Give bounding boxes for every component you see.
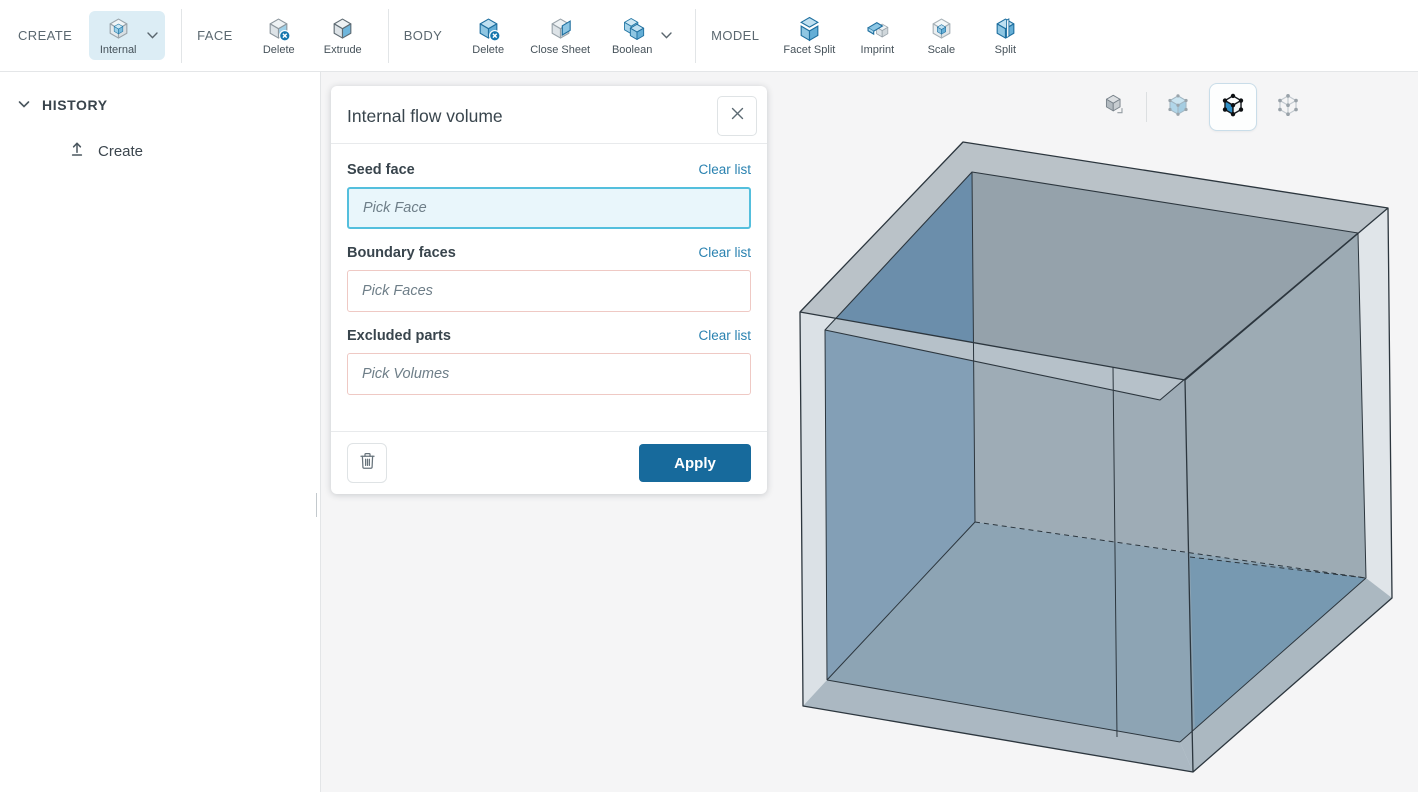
dialog-header: Internal flow volume bbox=[331, 86, 767, 144]
toolbar-separator bbox=[388, 9, 389, 63]
transparent-view-icon bbox=[1165, 92, 1191, 123]
history-item-label: Create bbox=[98, 143, 143, 160]
view-mode-solid-view[interactable] bbox=[1092, 84, 1138, 130]
split-icon bbox=[992, 15, 1019, 42]
tool-facet-split[interactable]: Facet Split bbox=[776, 11, 842, 60]
chevron-down-icon bbox=[18, 96, 30, 114]
pick-input-excluded-parts[interactable]: Pick Volumes bbox=[347, 353, 751, 395]
tool-label: Split bbox=[995, 44, 1016, 56]
solid-with-vertices-view-icon bbox=[1220, 92, 1246, 123]
top-toolbar: CREATE Internal FACE Delete Extrude BODY D… bbox=[0, 0, 1418, 72]
scale-icon bbox=[928, 15, 955, 42]
internal-flow-volume-dialog: Internal flow volume Seed face Clear list… bbox=[331, 86, 767, 494]
tool-delete[interactable]: Delete bbox=[459, 11, 517, 60]
pick-input-seed-face[interactable]: Pick Face bbox=[347, 187, 751, 229]
input-placeholder: Pick Faces bbox=[362, 283, 433, 299]
clear-list-link[interactable]: Clear list bbox=[698, 328, 751, 343]
input-placeholder: Pick Face bbox=[363, 200, 427, 216]
dialog-footer: Apply bbox=[331, 431, 767, 494]
history-sidebar: HISTORY Create bbox=[0, 72, 321, 792]
close-sheet-icon bbox=[547, 15, 574, 42]
clear-list-link[interactable]: Clear list bbox=[698, 162, 751, 177]
tool-delete[interactable]: Delete bbox=[250, 11, 308, 60]
close-button[interactable] bbox=[717, 96, 757, 136]
viewbar-divider bbox=[1146, 92, 1147, 122]
section-label: Excluded parts bbox=[347, 328, 451, 344]
boolean-icon bbox=[619, 15, 646, 42]
history-item-create[interactable]: Create bbox=[68, 140, 320, 163]
extrude-icon bbox=[329, 15, 356, 42]
tool-split[interactable]: Split bbox=[976, 11, 1034, 60]
view-mode-solid-with-vertices-view[interactable] bbox=[1209, 83, 1257, 131]
tool-scale[interactable]: Scale bbox=[912, 11, 970, 60]
view-mode-bar bbox=[1092, 83, 1311, 131]
pick-input-boundary-faces[interactable]: Pick Faces bbox=[347, 270, 751, 312]
tool-label: Extrude bbox=[324, 44, 362, 56]
tool-label: Delete bbox=[472, 44, 504, 56]
internal-volume-icon bbox=[105, 15, 132, 42]
tool-label: Scale bbox=[928, 44, 956, 56]
tool-label: Imprint bbox=[861, 44, 895, 56]
delete-operation-button[interactable] bbox=[347, 443, 387, 483]
tool-label: Facet Split bbox=[783, 44, 835, 56]
input-placeholder: Pick Volumes bbox=[362, 366, 449, 382]
toolbar-group-label: MODEL bbox=[711, 28, 759, 43]
toolbar-group-face: FACE Delete Extrude bbox=[195, 0, 375, 71]
section-label: Seed face bbox=[347, 162, 415, 178]
facet-split-icon bbox=[796, 15, 823, 42]
toolbar-group-body: BODY Delete Close Sheet Boolean bbox=[402, 0, 682, 71]
tool-imprint[interactable]: Imprint bbox=[848, 11, 906, 60]
tool-label: Close Sheet bbox=[530, 44, 590, 56]
toolbar-group-label: CREATE bbox=[18, 28, 72, 43]
tool-close-sheet[interactable]: Close Sheet bbox=[523, 11, 597, 60]
tool-internal[interactable]: Internal bbox=[89, 11, 165, 60]
history-header[interactable]: HISTORY bbox=[0, 72, 320, 114]
apply-button[interactable]: Apply bbox=[639, 444, 751, 482]
create-upload-icon bbox=[68, 140, 86, 163]
imprint-icon bbox=[864, 15, 891, 42]
view-mode-wireframe-view[interactable] bbox=[1265, 84, 1311, 130]
tool-boolean[interactable]: Boolean bbox=[603, 11, 679, 60]
toolbar-separator bbox=[181, 9, 182, 63]
toolbar-group-label: BODY bbox=[404, 28, 442, 43]
toolbar-group-model: MODEL Facet Split Imprint Scale Split bbox=[709, 0, 1037, 71]
tool-label: Internal bbox=[100, 44, 137, 56]
tool-extrude[interactable]: Extrude bbox=[314, 11, 372, 60]
body-delete-icon bbox=[475, 15, 502, 42]
dialog-title: Internal flow volume bbox=[347, 106, 503, 126]
solid-view-icon bbox=[1102, 92, 1128, 123]
trash-icon bbox=[359, 452, 376, 475]
view-mode-transparent-view[interactable] bbox=[1155, 84, 1201, 130]
tool-label: Delete bbox=[263, 44, 295, 56]
dialog-section-seed-face: Seed face Clear list Pick Face bbox=[347, 162, 751, 229]
toolbar-group-create: CREATE Internal bbox=[16, 0, 168, 71]
dialog-section-boundary-faces: Boundary faces Clear list Pick Faces bbox=[347, 245, 751, 312]
toolbar-separator bbox=[695, 9, 696, 63]
clear-list-link[interactable]: Clear list bbox=[698, 245, 751, 260]
section-label: Boundary faces bbox=[347, 245, 456, 261]
wireframe-view-icon bbox=[1275, 92, 1301, 123]
chevron-down-icon[interactable] bbox=[661, 32, 672, 39]
tool-label: Boolean bbox=[612, 44, 652, 56]
close-icon bbox=[731, 107, 744, 125]
toolbar-group-label: FACE bbox=[197, 28, 233, 43]
chevron-down-icon[interactable] bbox=[147, 32, 158, 39]
history-title: HISTORY bbox=[42, 97, 108, 113]
face-delete-icon bbox=[265, 15, 292, 42]
dialog-section-excluded-parts: Excluded parts Clear list Pick Volumes bbox=[347, 328, 751, 395]
